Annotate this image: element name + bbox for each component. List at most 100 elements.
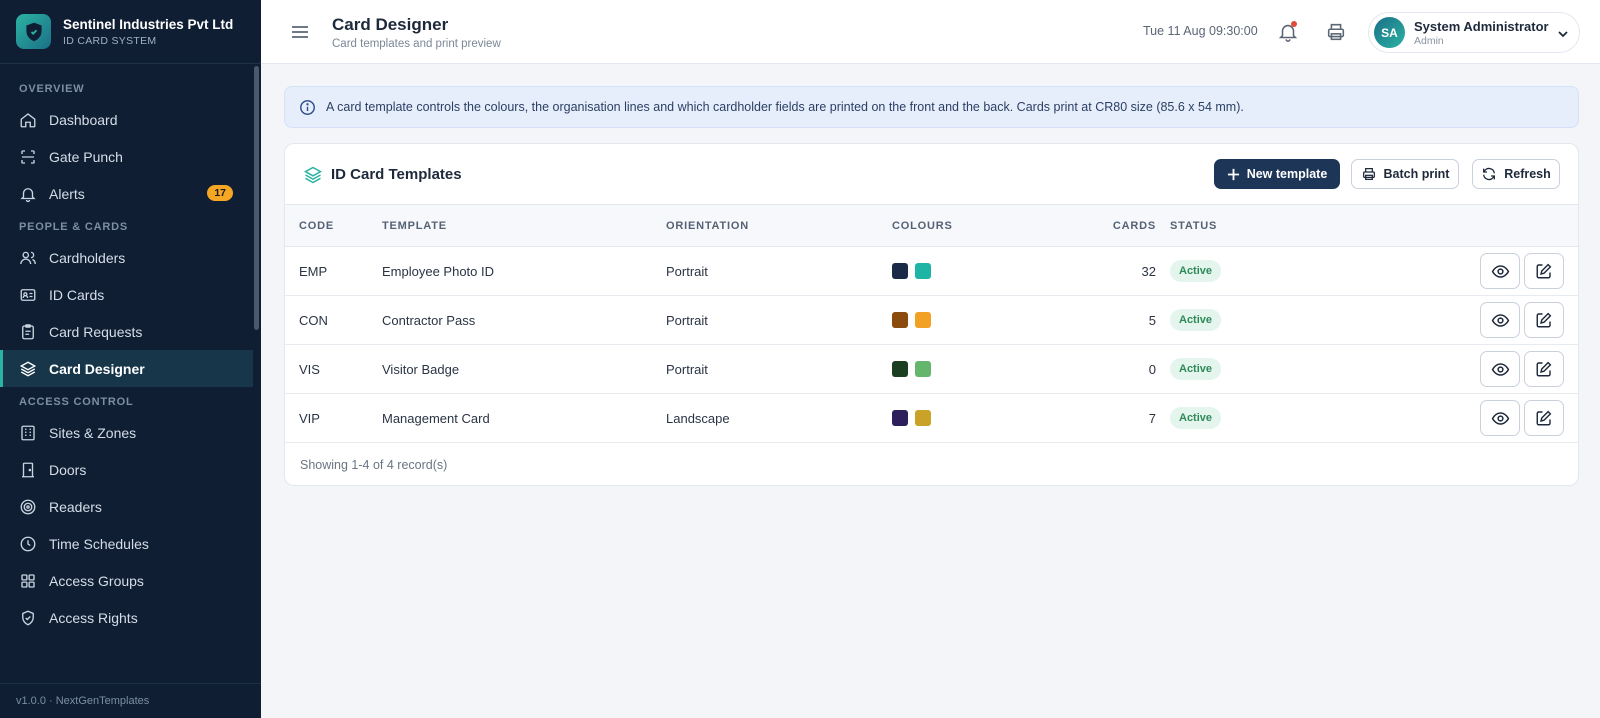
column-header-status[interactable]: STATUS (1170, 205, 1430, 247)
sidebar-item-label: Dashboard (49, 111, 118, 128)
preview-button[interactable] (1480, 302, 1520, 338)
preview-button[interactable] (1480, 400, 1520, 436)
eye-icon (1491, 411, 1509, 425)
batch-print-label: Batch print (1383, 167, 1450, 181)
door-icon (19, 461, 37, 479)
cell-cards: 7 (1148, 410, 1156, 426)
sidebar-nav: OVERVIEW Dashboard Gate Punch Alerts 17 … (0, 64, 253, 636)
cell-cards: 0 (1148, 361, 1156, 377)
edit-button[interactable] (1524, 400, 1564, 436)
column-header-template[interactable]: TEMPLATE (382, 205, 666, 247)
sidebar-item-label: Readers (49, 498, 102, 515)
eye-icon (1491, 313, 1509, 327)
nav-section-title: PEOPLE & CARDS (19, 221, 128, 233)
edit-button[interactable] (1524, 351, 1564, 387)
sidebar-item-access-rights[interactable]: Access Rights (0, 599, 253, 636)
edit-button[interactable] (1524, 253, 1564, 289)
cell-orientation: Portrait (666, 361, 708, 377)
sidebar-item-label: Time Schedules (49, 535, 149, 552)
sidebar-item-label: Card Requests (49, 323, 143, 340)
plus-icon (1227, 168, 1239, 180)
sidebar-item-access-groups[interactable]: Access Groups (0, 562, 253, 599)
cell-orientation: Landscape (666, 410, 730, 426)
target-icon (19, 498, 37, 516)
sidebar-item-sites-zones[interactable]: Sites & Zones (0, 414, 253, 451)
printer-icon[interactable] (1325, 21, 1347, 43)
nav-section-title: OVERVIEW (19, 83, 85, 95)
sidebar-item-label: ID Cards (49, 286, 105, 303)
templates-table: CODE TEMPLATE ORIENTATION COLOURS CARDS … (285, 204, 1578, 443)
secondary-colour-swatch (915, 263, 931, 280)
table-row[interactable]: EMP Employee Photo ID Portrait 32 Active (285, 247, 1578, 296)
sidebar-item-card-requests[interactable]: Card Requests (0, 313, 253, 350)
preview-button[interactable] (1480, 253, 1520, 289)
sidebar-item-label: Doors (49, 461, 87, 478)
sidebar-item-label: Cardholders (49, 249, 126, 266)
user-menu[interactable]: SA System Administrator Admin (1368, 12, 1580, 53)
bell-icon (19, 185, 37, 203)
preview-button[interactable] (1480, 351, 1520, 387)
refresh-button[interactable]: Refresh (1472, 159, 1560, 189)
table-row[interactable]: VIS Visitor Badge Portrait 0 Active (285, 345, 1578, 394)
brand[interactable]: Sentinel Industries Pvt Ltd ID CARD SYST… (0, 0, 261, 64)
primary-colour-swatch (892, 361, 908, 378)
table-row[interactable]: CON Contractor Pass Portrait 5 Active (285, 296, 1578, 345)
primary-colour-swatch (892, 263, 908, 280)
refresh-icon (1483, 167, 1496, 181)
menu-toggle-icon[interactable] (290, 23, 310, 41)
avatar: SA (1374, 17, 1405, 48)
column-header-colours[interactable]: COLOURS (892, 205, 1048, 247)
table-row[interactable]: VIP Management Card Landscape 7 Active (285, 394, 1578, 443)
current-datetime: Tue 11 Aug 09:30:00 (1143, 24, 1258, 38)
secondary-colour-swatch (915, 361, 931, 378)
sidebar-item-readers[interactable]: Readers (0, 488, 253, 525)
clipboard-icon (19, 323, 37, 341)
primary-colour-swatch (892, 410, 908, 427)
layers-icon (303, 165, 323, 185)
sidebar-item-gate-punch[interactable]: Gate Punch (0, 138, 253, 175)
table-footer: Showing 1-4 of 4 record(s) (300, 458, 448, 472)
secondary-colour-swatch (915, 410, 931, 427)
secondary-colour-swatch (915, 312, 931, 329)
home-icon (19, 111, 37, 129)
cell-code: CON (299, 312, 328, 328)
page-title: Card Designer (332, 15, 449, 34)
column-header-cards[interactable]: CARDS (1048, 205, 1170, 247)
sidebar-item-alerts[interactable]: Alerts 17 (0, 175, 253, 212)
status-badge: Active (1170, 260, 1222, 282)
column-header-orientation[interactable]: ORIENTATION (666, 205, 892, 247)
sidebar-item-card-designer[interactable]: Card Designer (0, 350, 253, 387)
sidebar-scrollbar[interactable] (254, 66, 259, 330)
brand-subtitle: ID CARD SYSTEM (63, 34, 157, 47)
primary-colour-swatch (892, 312, 908, 329)
notification-dot (1291, 21, 1297, 27)
chevron-down-icon (1557, 27, 1569, 39)
building-icon (19, 424, 37, 442)
sidebar-item-time-schedules[interactable]: Time Schedules (0, 525, 253, 562)
sidebar-footer: v1.0.0 · NextGenTemplates (0, 683, 261, 718)
cell-orientation: Portrait (666, 312, 708, 328)
sidebar-item-cardholders[interactable]: Cardholders (0, 239, 253, 276)
new-template-button[interactable]: New template (1214, 159, 1340, 189)
nav-section-title: ACCESS CONTROL (19, 396, 134, 408)
batch-print-button[interactable]: Batch print (1351, 159, 1459, 189)
sidebar-item-dashboard[interactable]: Dashboard (0, 101, 253, 138)
edit-button[interactable] (1524, 302, 1564, 338)
status-badge: Active (1170, 309, 1222, 331)
cell-colours (892, 394, 1048, 443)
printer-icon (1362, 168, 1375, 180)
cell-template: Contractor Pass (382, 312, 476, 328)
sidebar-item-label: Sites & Zones (49, 424, 137, 441)
templates-panel: ID Card Templates New template Batch pri… (284, 143, 1579, 486)
column-header-code[interactable]: CODE (285, 205, 382, 247)
sidebar-item-id-cards[interactable]: ID Cards (0, 276, 253, 313)
sidebar-item-doors[interactable]: Doors (0, 451, 253, 488)
sidebar-item-label: Gate Punch (49, 148, 123, 165)
cell-template: Employee Photo ID (382, 263, 495, 279)
scan-icon (19, 148, 37, 166)
cell-cards: 5 (1148, 312, 1156, 328)
edit-icon (1536, 361, 1552, 377)
info-icon (299, 99, 316, 116)
edit-icon (1536, 263, 1552, 279)
cell-code: VIP (299, 410, 320, 426)
